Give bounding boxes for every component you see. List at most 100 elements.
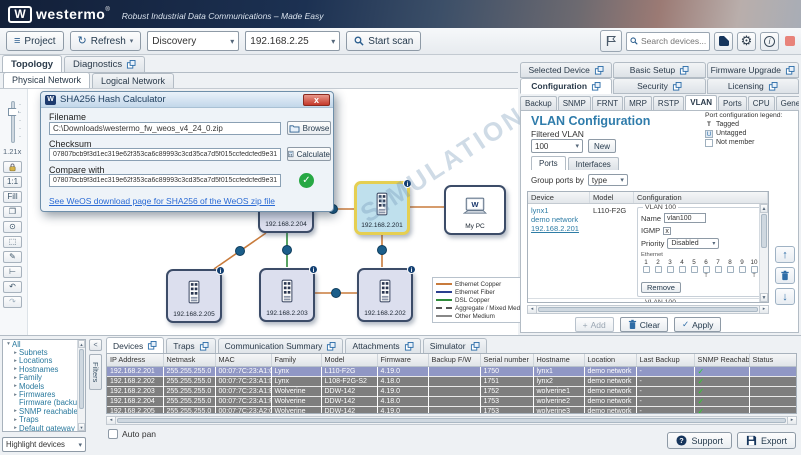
tree-item-snmp-reachable[interactable]: ▸SNMP reachable [3,407,85,415]
tree-arrow-icon[interactable]: ▸ [12,425,19,431]
column-configuration[interactable]: Configuration [634,192,768,203]
column-header-snmp-reachable[interactable]: SNMP Reachable [694,354,749,366]
scrollbar-thumb[interactable] [117,418,786,423]
my-pc-node[interactable]: My PC [444,185,506,235]
scroll-down-icon[interactable]: ▼ [760,293,768,302]
column-device[interactable]: Device [528,192,590,203]
device-hostname-link[interactable]: lynx1 [531,206,587,215]
info-badge[interactable]: i [216,266,225,275]
weos-download-link[interactable]: See WeOS download page for SHA256 of the… [49,196,275,206]
search-input[interactable] [641,36,709,46]
dialog-titlebar[interactable]: W SHA256 Hash Calculator [41,92,333,108]
vlan-name-field[interactable] [664,213,706,223]
tree-arrow-icon[interactable]: ▸ [12,392,19,398]
tab-selected-device[interactable]: Selected Device [520,62,612,78]
tab-config-vlan[interactable]: VLAN [685,95,717,110]
device-node-205[interactable]: i 192.168.2.205 [166,269,222,323]
tab-firmware-upgrade[interactable]: Firmware Upgrade [707,62,799,78]
tree-arrow-icon[interactable]: ▸ [12,350,19,356]
scroll-left-icon[interactable]: ◂ [107,417,116,424]
ethernet-port-5[interactable]: 5 [689,259,699,279]
info-badge[interactable]: i [309,265,318,274]
device-node-203[interactable]: i 192.168.2.203 [259,268,315,322]
vlan-table-scrollbar[interactable]: ▲ ▼ [759,204,768,302]
tree-arrow-icon[interactable]: ▸ [12,417,19,423]
tab-config-snmp[interactable]: SNMP [558,96,591,110]
device-ip-link[interactable]: 192.168.2.201 [531,224,587,233]
lock-layout-button[interactable] [3,161,22,173]
table-row[interactable]: 192.168.2.203255.255.255.000:07:7C:23:A1… [107,386,797,396]
undo-button[interactable]: ↶ [3,281,22,293]
tab-config-ports[interactable]: Ports [718,96,747,110]
column-header-location[interactable]: Location [584,354,636,366]
vlan-row-wolverine1[interactable]: wolverine1 demo network 192.168.2.203 DD… [528,299,768,303]
zoom-slider-thumb[interactable] [8,108,19,116]
info-badge[interactable]: i [403,179,412,188]
tab-config-mrp[interactable]: MRP [624,96,652,110]
port-checkbox[interactable] [751,266,758,273]
scroll-right-icon[interactable]: ▸ [759,306,768,313]
move-down-button[interactable]: ↓ [775,288,795,305]
priority-select[interactable]: Disabled ▾ [667,238,719,249]
tab-interfaces[interactable]: Interfaces [568,157,619,170]
column-header-firmware[interactable]: Firmware [377,354,428,366]
checksum-field[interactable] [49,148,281,161]
ethernet-port-6[interactable]: 6T [701,259,711,279]
ethernet-port-8[interactable]: 8 [725,259,735,279]
select-area-button[interactable]: ⬚ [3,236,22,248]
table-row[interactable]: 192.168.2.205255.255.255.000:07:7C:23:A2… [107,406,797,414]
tab-security[interactable]: Security [613,78,705,94]
apply-button[interactable]: ✓ Apply [674,317,721,332]
group-by-select[interactable]: type ▾ [588,174,628,186]
add-button[interactable]: + Add [575,317,614,332]
column-header-model[interactable]: Model [321,354,377,366]
browse-button[interactable]: Browse [287,121,331,135]
port-checkbox[interactable] [715,266,722,273]
devices-horizontal-scrollbar[interactable]: ◂ ▸ [106,416,797,425]
tab-config-general[interactable]: General [776,96,799,110]
device-hostname-link[interactable]: wolverine1 [531,301,587,303]
column-header-backup-f-w[interactable]: Backup F/W [428,354,480,366]
tab-config-backup[interactable]: Backup [520,96,557,110]
highlight-devices-select[interactable]: Highlight devices ▾ [2,437,86,452]
filename-field[interactable] [49,122,281,135]
move-up-button[interactable]: ↑ [775,246,795,263]
table-row[interactable]: 192.168.2.204255.255.255.000:07:7C:23:A1… [107,396,797,406]
start-scan-button[interactable]: Start scan [346,31,421,51]
tab-config-rstp[interactable]: RSTP [653,96,684,110]
delete-button[interactable] [775,267,795,284]
port-checkbox[interactable] [643,266,650,273]
port-checkbox[interactable] [655,266,662,273]
column-header-status[interactable]: Status [749,354,797,366]
scroll-up-icon[interactable]: ▲ [78,340,85,348]
column-model[interactable]: Model [590,192,634,203]
column-header-serial-number[interactable]: Serial number [480,354,533,366]
tab-config-frnt[interactable]: FRNT [592,96,623,110]
ethernet-port-10[interactable]: 10T [749,259,759,279]
scrollbar-thumb[interactable] [761,214,767,248]
new-vlan-button[interactable]: New [588,139,616,153]
column-header-hostname[interactable]: Hostname [533,354,584,366]
discovery-select[interactable]: Discovery ▾ [147,31,239,51]
edit-button[interactable]: ✎ [3,251,22,263]
column-header-ip-address[interactable]: IP Address [107,354,163,366]
topology-canvas[interactable]: SIMULATION 192.168.2.204 i 192.168.2.201… [28,89,520,336]
redo-button[interactable]: ↷ [3,296,22,308]
tree-arrow-icon[interactable]: ▾ [5,341,12,347]
window-view-button[interactable]: ❐ [3,206,22,218]
tree-scrollbar[interactable]: ▲ ▼ [77,340,85,431]
collapse-filters-button[interactable]: < [89,339,102,351]
info-badge[interactable]: i [407,265,416,274]
tree-arrow-icon[interactable]: ▸ [12,375,19,381]
column-header-netmask[interactable]: Netmask [163,354,215,366]
tab-logical-network[interactable]: Logical Network [92,73,174,88]
refresh-button[interactable]: ↻ Refresh ▾ [70,31,142,51]
about-button[interactable]: i [760,32,779,51]
scrollbar-thumb[interactable] [538,307,758,312]
ethernet-port-4[interactable]: 4 [677,259,687,279]
vlan-horizontal-scrollbar[interactable]: ◂ ▸ [527,305,769,314]
settings-button[interactable]: ⚙ [737,32,756,51]
notebook-button[interactable] [714,32,733,51]
port-checkbox[interactable] [667,266,674,273]
table-row[interactable]: 192.168.2.202255.255.255.000:07:7C:23:A1… [107,376,797,386]
